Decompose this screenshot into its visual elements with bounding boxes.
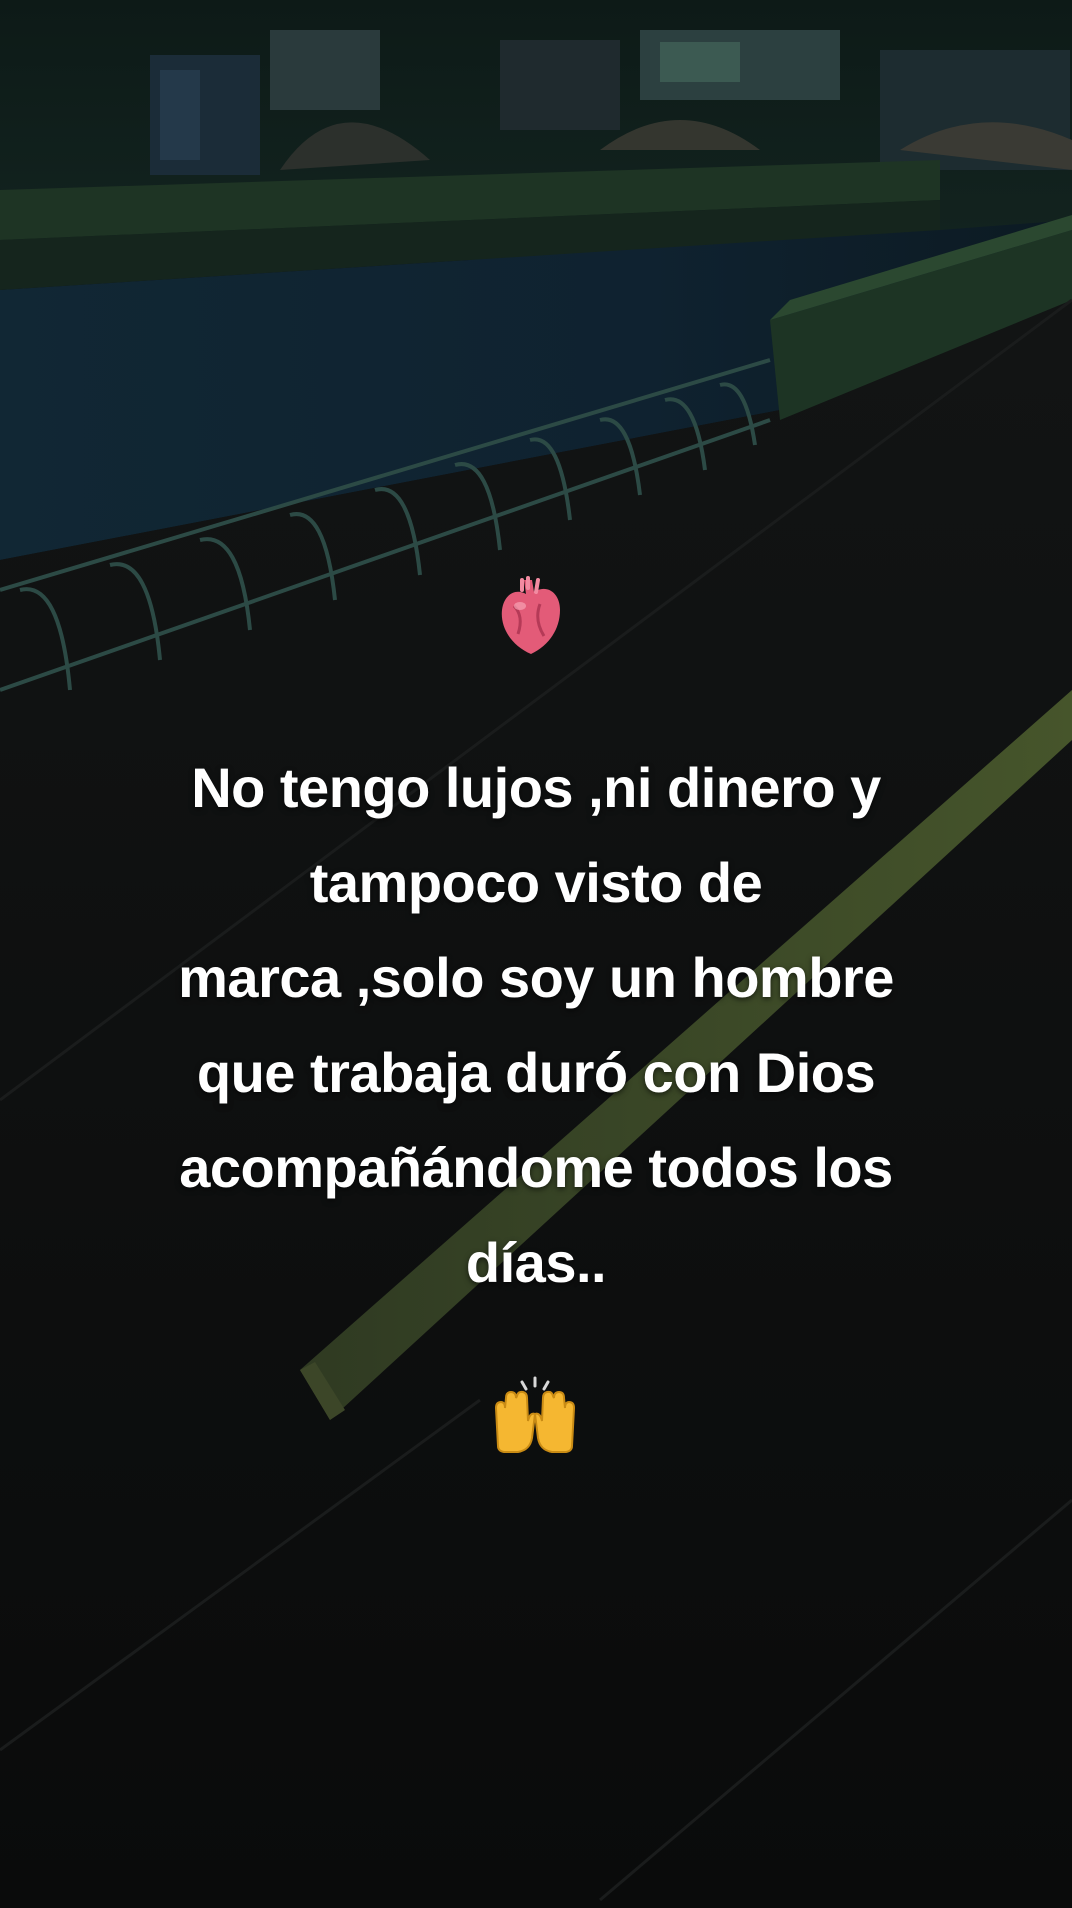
caption-line: acompañándome todos los: [179, 1136, 893, 1199]
raising-hands-icon: [494, 1376, 576, 1453]
caption-line: días..: [465, 1231, 607, 1294]
anatomical-heart-icon: [501, 576, 560, 654]
caption-line: tampoco visto de: [309, 851, 763, 914]
caption-line: que trabaja duró con Dios: [196, 1041, 876, 1104]
caption-line: marca ,solo soy un hombre: [178, 946, 894, 1009]
caption-text: No tengo lujos ,ni dinero y tampoco vist…: [0, 740, 1072, 1310]
video-frame[interactable]: No tengo lujos ,ni dinero y tampoco vist…: [0, 0, 1072, 1908]
caption-line: No tengo lujos ,ni dinero y: [191, 756, 881, 819]
